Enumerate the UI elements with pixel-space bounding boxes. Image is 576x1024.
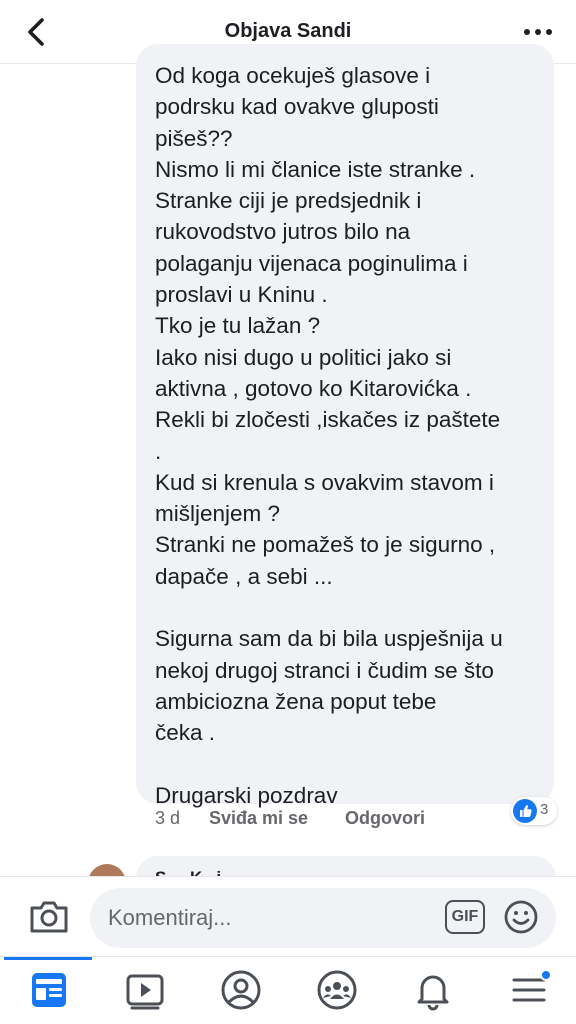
emoji-button[interactable] xyxy=(503,899,539,935)
comment-composer: GIF xyxy=(0,876,576,956)
camera-button[interactable] xyxy=(28,897,70,935)
comment-input[interactable] xyxy=(90,888,556,948)
bell-icon xyxy=(417,975,449,1011)
menu-notification-badge xyxy=(540,969,552,981)
reply-button[interactable]: Odgovori xyxy=(345,808,425,829)
profile-icon xyxy=(221,970,261,1010)
more-options-button[interactable] xyxy=(522,22,554,42)
gif-button[interactable]: GIF xyxy=(445,900,485,934)
feed-icon xyxy=(32,973,66,1007)
comment-timestamp: 3 d xyxy=(155,808,181,828)
comment-text: Od koga ocekuješ glasove i podrsku kad o… xyxy=(155,63,503,808)
bottom-tab-bar xyxy=(0,956,576,1024)
camera-icon xyxy=(30,901,68,933)
tab-notifications[interactable] xyxy=(410,967,456,1013)
reaction-summary[interactable]: 3 xyxy=(511,797,557,825)
page-title: Objava Sandi xyxy=(224,20,352,42)
gif-icon: GIF xyxy=(451,908,479,925)
more-dots-icon xyxy=(524,29,552,35)
tab-groups[interactable] xyxy=(314,967,360,1013)
groups-icon xyxy=(317,970,357,1010)
tab-profile[interactable] xyxy=(218,967,264,1013)
watch-icon xyxy=(126,974,164,1010)
tab-feed[interactable] xyxy=(26,967,72,1013)
emoji-icon xyxy=(504,900,538,934)
like-button[interactable]: Sviđa mi se xyxy=(209,808,308,829)
tab-watch[interactable] xyxy=(122,967,168,1013)
reaction-count: 3 xyxy=(540,801,549,818)
active-tab-indicator xyxy=(4,957,92,960)
like-icon xyxy=(513,799,537,823)
